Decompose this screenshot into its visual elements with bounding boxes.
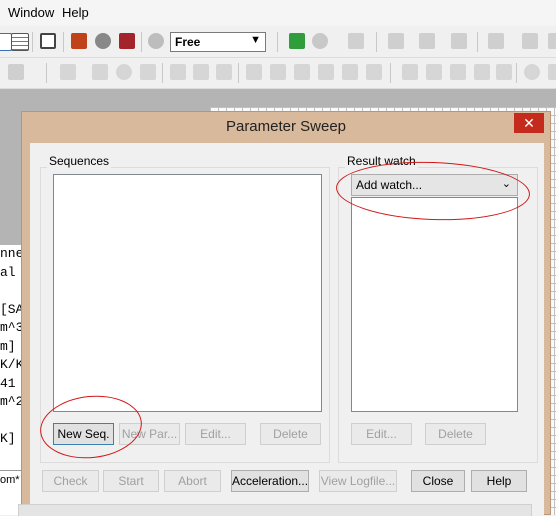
history-line: K]: [0, 431, 16, 446]
boolean-icon[interactable]: [348, 33, 364, 49]
sequence-edit-button[interactable]: Edit...: [185, 423, 246, 445]
array-icon[interactable]: [402, 64, 418, 80]
sequences-label: Sequences: [47, 154, 112, 168]
start-button[interactable]: Start: [103, 470, 159, 492]
trim-icon[interactable]: [216, 64, 232, 80]
target-icon[interactable]: [524, 64, 540, 80]
box-icon[interactable]: [140, 64, 156, 80]
text-e-icon[interactable]: [342, 64, 358, 80]
solid-cube-icon[interactable]: [289, 33, 305, 49]
history-line: nne: [0, 246, 22, 261]
gear-icon[interactable]: [95, 33, 111, 49]
watch-edit-button[interactable]: Edit...: [351, 423, 412, 445]
text-t3-icon[interactable]: [366, 64, 382, 80]
watch-delete-button[interactable]: Delete: [425, 423, 486, 445]
chevron-down-icon: ▼: [250, 34, 261, 46]
help-button[interactable]: Help: [471, 470, 527, 492]
menu-bar: Window Help: [0, 0, 556, 26]
view-logfile-button[interactable]: View Logfile...: [319, 470, 397, 492]
transform-icon[interactable]: [419, 33, 435, 49]
menu-window[interactable]: Window: [8, 5, 54, 20]
history-line: m^3: [0, 320, 22, 335]
measure-icon[interactable]: [119, 33, 135, 49]
cube-icon[interactable]: [40, 33, 56, 49]
text-t2-icon[interactable]: [270, 64, 286, 80]
history-line: m^2: [0, 394, 22, 409]
curve-icon[interactable]: [60, 64, 76, 80]
close-icon[interactable]: ✕: [514, 113, 544, 133]
axis-icon[interactable]: [388, 33, 404, 49]
toolbar-main: Free ▼: [0, 27, 556, 58]
loft-icon[interactable]: [193, 64, 209, 80]
result-watch-list[interactable]: [351, 197, 518, 412]
text-t1-icon[interactable]: [246, 64, 262, 80]
close-button[interactable]: Close: [411, 470, 465, 492]
extrude-icon[interactable]: [170, 64, 186, 80]
history-line: m]: [0, 338, 16, 354]
mode-select[interactable]: Free ▼: [170, 32, 266, 52]
paste-icon[interactable]: [474, 64, 490, 80]
menu-help[interactable]: Help: [62, 5, 89, 20]
text-i-icon[interactable]: [318, 64, 334, 80]
sphere-icon[interactable]: [312, 33, 328, 49]
acceleration-button[interactable]: Acceleration...: [231, 470, 309, 492]
copy-icon[interactable]: [450, 64, 466, 80]
more-icon[interactable]: [548, 33, 556, 49]
grid-icon[interactable]: [11, 33, 29, 51]
toolbar-secondary: [0, 58, 556, 89]
history-line: [0, 412, 22, 431]
history-line: [SA: [0, 301, 22, 317]
percent-icon[interactable]: [488, 33, 504, 49]
sequences-list[interactable]: [53, 174, 322, 412]
check-button[interactable]: Check: [42, 470, 99, 492]
history-line: 41: [0, 375, 16, 391]
export-icon[interactable]: [451, 33, 467, 49]
undo-icon[interactable]: [496, 64, 512, 80]
shape-add-icon[interactable]: [8, 64, 24, 80]
abort-button[interactable]: Abort: [164, 470, 221, 492]
dialog-title: Parameter Sweep: [225, 118, 347, 135]
history-line: [0, 282, 22, 301]
text-f-icon[interactable]: [294, 64, 310, 80]
history-line: al: [0, 264, 16, 280]
circle-icon[interactable]: [116, 64, 132, 80]
mirror-icon[interactable]: [426, 64, 442, 80]
line-icon[interactable]: [522, 33, 538, 49]
draw-tool-icon[interactable]: [71, 33, 87, 49]
rotate-icon[interactable]: [148, 33, 164, 49]
history-line: K/K: [0, 357, 22, 372]
sequence-delete-button[interactable]: Delete: [260, 423, 321, 445]
extra-icon[interactable]: [548, 64, 556, 80]
status-strip: [18, 504, 532, 516]
mode-select-value: Free: [175, 35, 201, 49]
face-icon[interactable]: [92, 64, 108, 80]
